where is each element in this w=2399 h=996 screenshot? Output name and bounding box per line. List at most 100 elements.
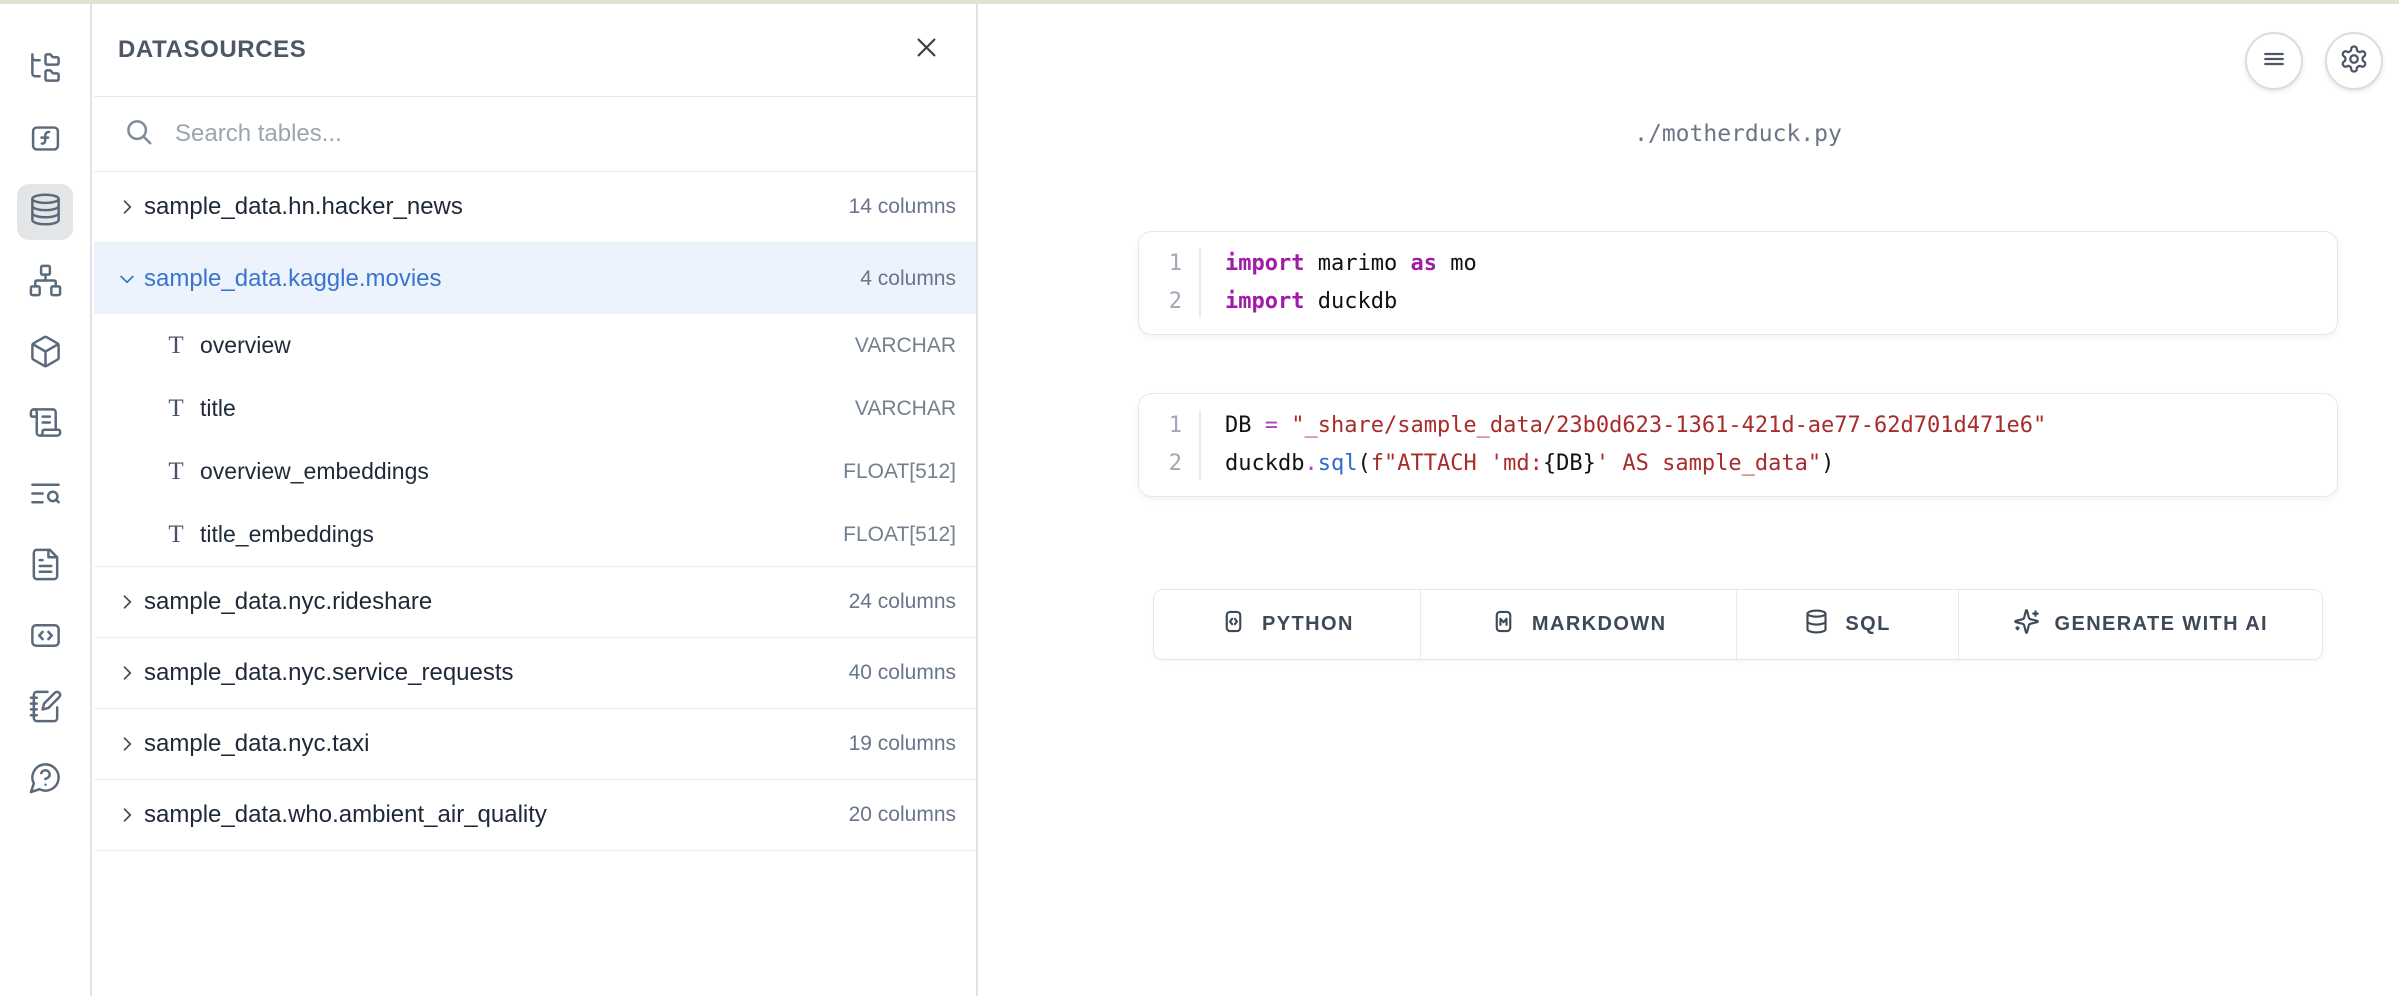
sidebar-item-datasources[interactable] (17, 184, 73, 240)
activity-bar (0, 4, 92, 996)
code-line: 1 import marimo as mo (1139, 245, 2337, 283)
table-columns-group: T overview VARCHAR T title VARCHAR T ove… (94, 314, 976, 567)
add-button-label: SQL (1845, 613, 1890, 636)
sidebar-item-file-explorer[interactable] (17, 42, 73, 98)
table-column-count: 19 columns (849, 732, 956, 756)
code-editor-line[interactable]: duckdb.sql(f"ATTACH 'md:{DB}' AS sample_… (1199, 445, 1834, 483)
text-type-icon: T (164, 395, 188, 423)
code-line: 2 import duckdb (1139, 283, 2337, 321)
chevron-down-icon (116, 268, 138, 290)
line-number: 1 (1139, 245, 1199, 283)
search-icon (124, 117, 154, 152)
table-row[interactable]: sample_data.hn.hacker_news 14 columns (94, 172, 976, 243)
markdown-icon (1490, 608, 1517, 641)
file-explorer-icon (28, 50, 63, 90)
line-number: 2 (1139, 445, 1199, 483)
chevron-right-icon (116, 196, 138, 218)
code-cell: 1 import marimo as mo 2 import duckdb (1138, 231, 2338, 335)
column-name: overview (200, 332, 291, 359)
column-name: title (200, 395, 236, 422)
search-input[interactable] (175, 120, 952, 148)
panel-header: DATASOURCES (94, 4, 976, 97)
close-panel-button[interactable] (906, 30, 946, 70)
column-row[interactable]: T title_embeddings FLOAT[512] (94, 503, 976, 566)
add-sql-cell-button[interactable]: SQL (1737, 590, 1959, 659)
table-row[interactable]: sample_data.nyc.rideshare 24 columns (94, 567, 976, 638)
snippets-icon (28, 618, 63, 658)
code-editor-line[interactable]: DB = "_share/sample_data/23b0d623-1361-4… (1199, 407, 2046, 445)
sidebar-item-tracing[interactable] (17, 468, 73, 524)
chevron-right-icon (116, 662, 138, 684)
code-cell: 1 DB = "_share/sample_data/23b0d623-1361… (1138, 393, 2338, 497)
column-row[interactable]: T overview VARCHAR (94, 314, 976, 377)
add-button-label: GENERATE WITH AI (2055, 613, 2269, 636)
sidebar-item-packages[interactable] (17, 326, 73, 382)
sidebar-item-scratchpad[interactable] (17, 681, 73, 737)
chevron-right-icon (116, 733, 138, 755)
packages-icon (28, 334, 63, 374)
column-type: VARCHAR (855, 397, 956, 421)
line-number: 2 (1139, 283, 1199, 321)
python-icon (1220, 608, 1247, 641)
code-line: 2 duckdb.sql(f"ATTACH 'md:{DB}' AS sampl… (1139, 445, 2337, 483)
text-type-icon: T (164, 458, 188, 486)
text-type-icon: T (164, 332, 188, 360)
table-column-count: 4 columns (860, 267, 956, 291)
table-row[interactable]: sample_data.nyc.service_requests 40 colu… (94, 638, 976, 709)
code-line: 1 DB = "_share/sample_data/23b0d623-1361… (1139, 407, 2337, 445)
tracing-icon (28, 476, 63, 516)
add-markdown-cell-button[interactable]: MARKDOWN (1421, 590, 1737, 659)
panel-title: DATASOURCES (118, 36, 306, 64)
table-name: sample_data.who.ambient_air_quality (144, 801, 547, 829)
table-column-count: 40 columns (849, 661, 956, 685)
table-row-selected[interactable]: sample_data.kaggle.movies 4 columns (94, 243, 976, 314)
column-type: VARCHAR (855, 334, 956, 358)
notebook-area: ./motherduck.py 1 import marimo as mo 2 … (980, 4, 2399, 996)
add-cell-bar: PYTHON MARKDOWN SQL GENERATE WITH AI (1153, 589, 2323, 660)
table-row[interactable]: sample_data.nyc.taxi 19 columns (94, 709, 976, 780)
datasources-icon (28, 192, 63, 232)
variables-icon (28, 121, 63, 161)
notebook-filename: ./motherduck.py (1138, 4, 2338, 147)
table-name: sample_data.kaggle.movies (144, 265, 442, 293)
add-button-label: PYTHON (1262, 613, 1354, 636)
table-name: sample_data.hn.hacker_news (144, 193, 463, 221)
sidebar-item-logs[interactable] (17, 397, 73, 453)
table-name: sample_data.nyc.taxi (144, 730, 369, 758)
column-type: FLOAT[512] (843, 460, 956, 484)
chevron-right-icon (116, 804, 138, 826)
column-name: title_embeddings (200, 521, 374, 548)
code-editor-line[interactable]: import marimo as mo (1199, 245, 1477, 283)
sparkles-icon (2013, 608, 2040, 641)
sidebar-item-help[interactable] (17, 752, 73, 808)
close-icon (913, 34, 940, 66)
notebook-content: ./motherduck.py 1 import marimo as mo 2 … (1138, 4, 2338, 660)
documentation-icon (28, 547, 63, 587)
line-number: 1 (1139, 407, 1199, 445)
settings-icon (2339, 44, 2369, 79)
table-column-count: 20 columns (849, 803, 956, 827)
table-name: sample_data.nyc.rideshare (144, 588, 432, 616)
add-python-cell-button[interactable]: PYTHON (1154, 590, 1421, 659)
column-type: FLOAT[512] (843, 523, 956, 547)
column-row[interactable]: T title VARCHAR (94, 377, 976, 440)
help-icon (28, 760, 63, 800)
table-column-count: 24 columns (849, 590, 956, 614)
column-row[interactable]: T overview_embeddings FLOAT[512] (94, 440, 976, 503)
column-name: overview_embeddings (200, 458, 429, 485)
table-row[interactable]: sample_data.who.ambient_air_quality 20 c… (94, 780, 976, 851)
add-button-label: MARKDOWN (1532, 613, 1667, 636)
sidebar-item-variables[interactable] (17, 113, 73, 169)
dependencies-icon (28, 263, 63, 303)
chevron-right-icon (116, 591, 138, 613)
generate-with-ai-button[interactable]: GENERATE WITH AI (1959, 590, 2322, 659)
sql-icon (1803, 608, 1830, 641)
search-row (94, 97, 976, 172)
sidebar-item-snippets[interactable] (17, 610, 73, 666)
table-name: sample_data.nyc.service_requests (144, 659, 514, 687)
sidebar-item-dependencies[interactable] (17, 255, 73, 311)
text-type-icon: T (164, 521, 188, 549)
datasources-panel: DATASOURCES sample_data.hn.hacker_news 1… (94, 4, 978, 996)
code-editor-line[interactable]: import duckdb (1199, 283, 1397, 321)
sidebar-item-documentation[interactable] (17, 539, 73, 595)
